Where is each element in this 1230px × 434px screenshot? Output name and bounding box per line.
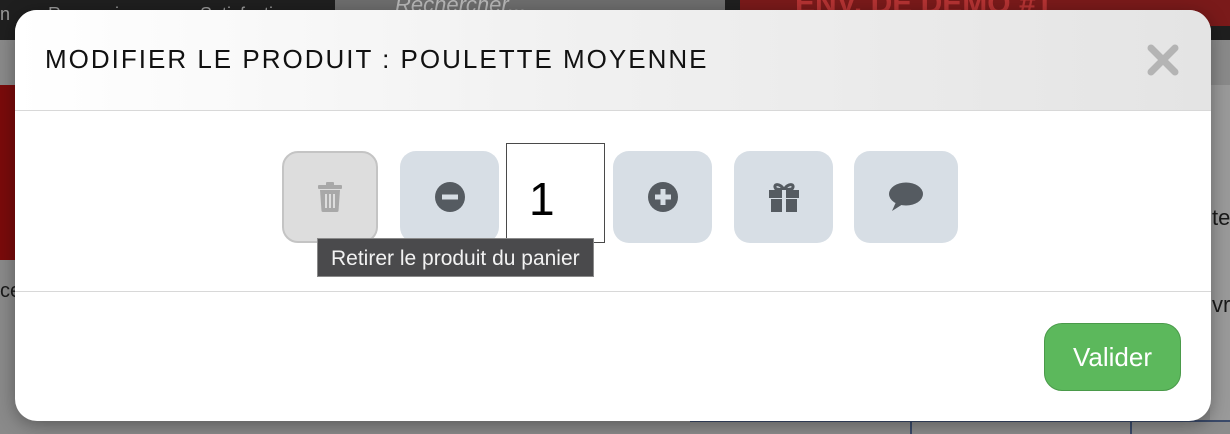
comment-button[interactable] [854,151,958,243]
minus-circle-icon [434,182,465,212]
trash-icon [318,182,342,212]
background-right-text: te [1212,205,1230,230]
close-icon [1147,44,1179,76]
plus-circle-icon [647,182,678,212]
remove-product-tooltip: Retirer le produit du panier [317,238,594,277]
modal-body: Retirer le produit du panier [15,111,1211,292]
modal-header: MODIFIER LE PRODUIT : POULETTE MOYENNE [15,10,1211,111]
comment-icon [889,182,923,211]
background-right-text: vra [1212,292,1230,317]
background-red-panel [0,85,16,260]
decrease-quantity-button[interactable] [400,151,499,243]
quantity-input[interactable] [506,143,605,243]
close-button[interactable] [1145,42,1181,78]
background-right-panel [1210,85,1230,434]
validate-button[interactable]: Valider [1044,323,1181,391]
remove-product-button[interactable] [282,151,378,243]
gift-button[interactable] [734,151,833,243]
modal-title: MODIFIER LE PRODUIT : POULETTE MOYENNE [45,44,709,74]
gift-icon [768,183,799,212]
increase-quantity-button[interactable] [613,151,712,243]
edit-product-modal: MODIFIER LE PRODUIT : POULETTE MOYENNE 1… [15,10,1211,421]
background-table-grid [690,420,1230,434]
modal-footer: Valider [15,292,1211,421]
background-nav-item: n [0,4,11,24]
